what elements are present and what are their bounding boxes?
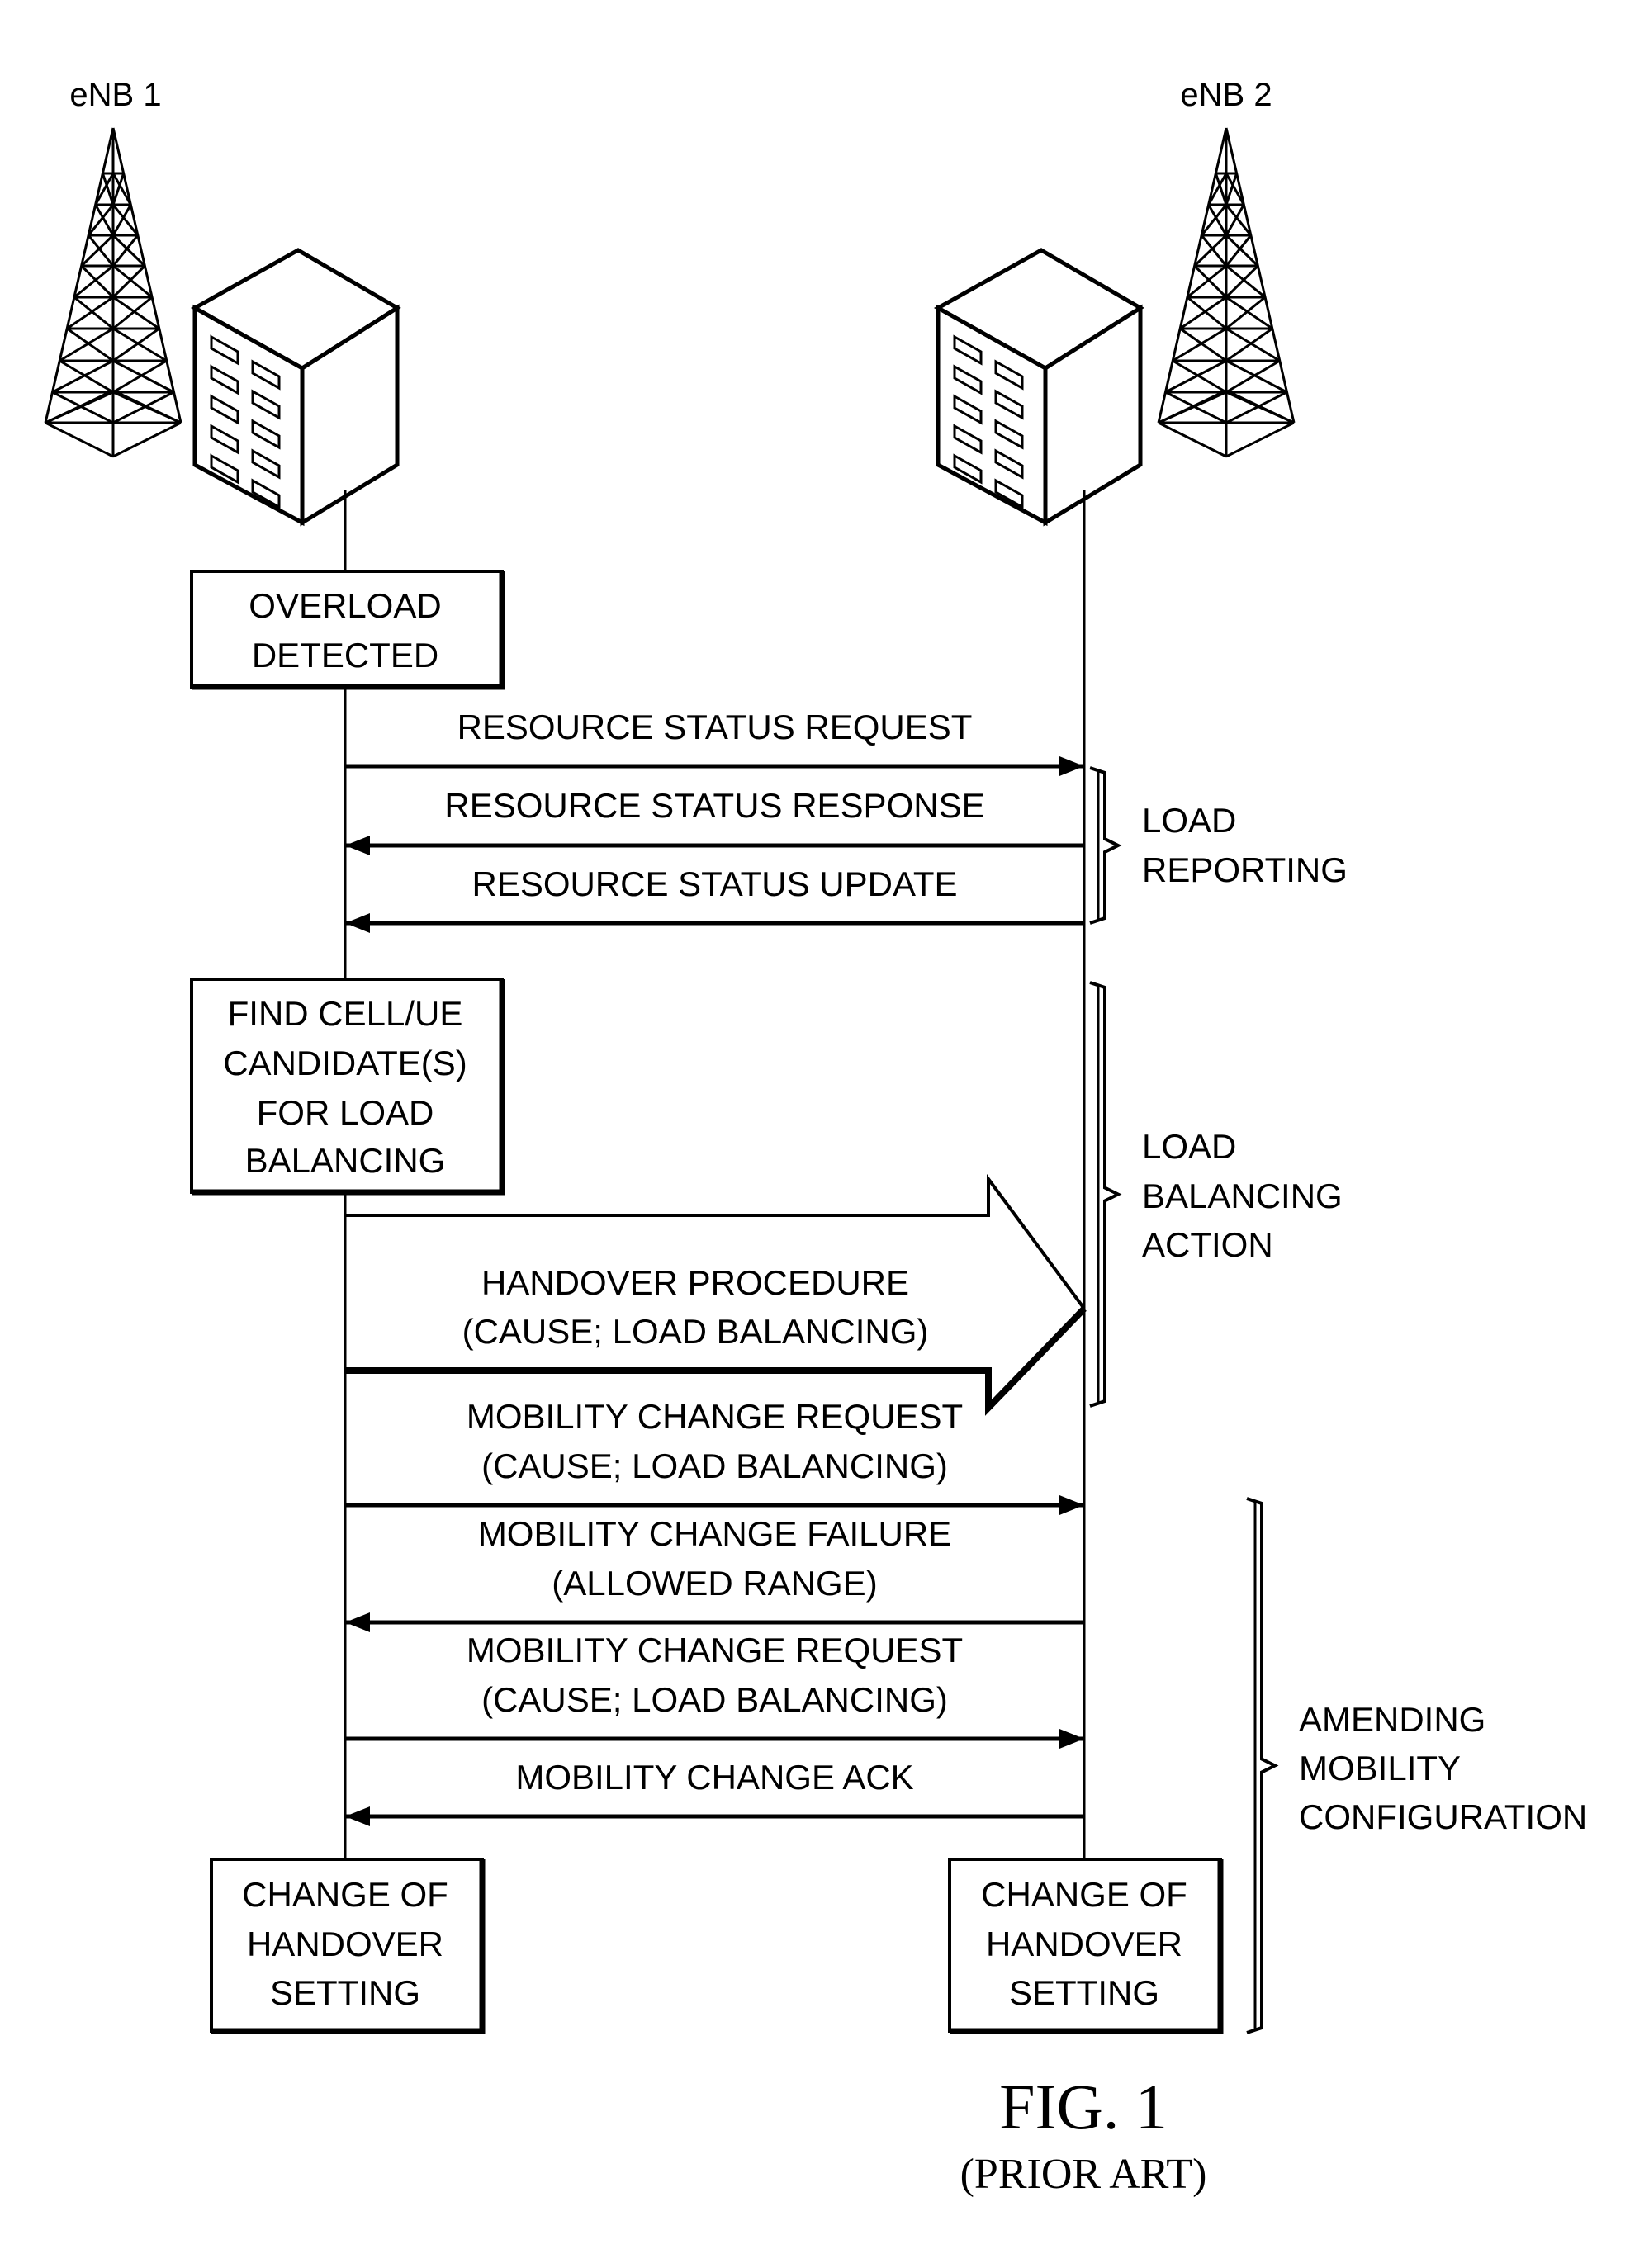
group-label: CONFIGURATION [1299, 1797, 1587, 1836]
arrowhead-icon [345, 1612, 370, 1632]
message-arrow: RESOURCE STATUS REQUEST [345, 708, 1084, 776]
message-label: (ALLOWED RANGE) [552, 1564, 877, 1603]
message-label: RESOURCE STATUS UPDATE [471, 864, 957, 903]
arrowhead-icon [1059, 1729, 1084, 1749]
group-label: REPORTING [1142, 850, 1348, 889]
arrowhead-icon [1059, 756, 1084, 776]
handover-procedure-block-arrow: HANDOVER PROCEDURE (CAUSE; LOAD BALANCIN… [345, 1173, 1087, 1416]
brace-icon [1089, 981, 1122, 1408]
message-label: HANDOVER PROCEDURE [481, 1263, 909, 1302]
message-arrow: MOBILITY CHANGE REQUEST (CAUSE; LOAD BALA… [345, 1397, 1084, 1515]
message-label: MOBILITY CHANGE ACK [515, 1758, 913, 1797]
tower-base [112, 421, 182, 458]
tower-base [45, 421, 114, 458]
box-line: FIND CELL/UE [228, 994, 463, 1033]
message-label: (CAUSE; LOAD BALANCING) [481, 1447, 948, 1485]
arrowhead-icon [345, 836, 370, 855]
figure-title: FIG. 1 [999, 2071, 1168, 2143]
group-label: LOAD [1142, 801, 1236, 840]
cell-tower-icon [44, 127, 182, 458]
message-arrow: MOBILITY CHANGE ACK [345, 1758, 1084, 1826]
building-icon [933, 248, 1144, 527]
box-line: OVERLOAD [249, 586, 441, 625]
brace-icon [1246, 1497, 1279, 2034]
box-line: CHANGE OF [981, 1875, 1187, 1914]
sequence-diagram: eNB 1 eNB 2 OVERLOAD DETECTED FIND CELL/… [44, 77, 1587, 2198]
tower-base [1158, 421, 1227, 458]
group-label: MOBILITY [1299, 1749, 1461, 1787]
building-icon [190, 248, 401, 527]
brace-icon [1089, 766, 1122, 925]
box-line: CHANGE OF [242, 1875, 448, 1914]
overload-detected-box: OVERLOAD DETECTED [190, 570, 505, 690]
message-label: RESOURCE STATUS REQUEST [457, 708, 973, 746]
box-line: BALANCING [245, 1141, 446, 1180]
message-arrow: MOBILITY CHANGE REQUEST (CAUSE; LOAD BALA… [345, 1631, 1084, 1749]
arrowhead-icon [345, 1806, 370, 1826]
box-line: HANDOVER [247, 1925, 443, 1963]
group-brace: LOAD REPORTING [1089, 766, 1348, 925]
enb2-label: eNB 2 [1180, 77, 1272, 113]
cell-tower-icon [1157, 127, 1296, 458]
box-line: SETTING [270, 1973, 420, 2012]
tower-base [1225, 421, 1295, 458]
message-label: (CAUSE; LOAD BALANCING) [462, 1312, 929, 1351]
box-line: HANDOVER [986, 1925, 1182, 1963]
change-handover-setting-box-right: CHANGE OF HANDOVER SETTING [948, 1858, 1224, 2034]
message-label: MOBILITY CHANGE FAILURE [478, 1514, 951, 1553]
message-arrow: RESOURCE STATUS UPDATE [345, 864, 1084, 933]
message-label: MOBILITY CHANGE REQUEST [467, 1631, 963, 1669]
group-brace: AMENDING MOBILITY CONFIGURATION [1246, 1497, 1587, 2034]
group-label: AMENDING [1299, 1700, 1485, 1739]
message-label: (CAUSE; LOAD BALANCING) [481, 1680, 948, 1719]
box-line: FOR LOAD [257, 1093, 434, 1132]
figure-subtitle: (PRIOR ART) [960, 2151, 1207, 2198]
message-label: RESOURCE STATUS RESPONSE [444, 786, 984, 825]
message-arrow: MOBILITY CHANGE FAILURE (ALLOWED RANGE) [345, 1514, 1084, 1632]
enb1-label: eNB 1 [69, 77, 161, 113]
group-brace: LOAD BALANCING ACTION [1089, 981, 1343, 1408]
find-candidates-box: FIND CELL/UE CANDIDATE(S) FOR LOAD BALAN… [190, 978, 505, 1196]
arrowhead-icon [1059, 1495, 1084, 1515]
group-label: LOAD [1142, 1127, 1236, 1166]
message-arrow: RESOURCE STATUS RESPONSE [345, 786, 1084, 855]
box-line: CANDIDATE(S) [223, 1044, 467, 1082]
arrowhead-icon [345, 913, 370, 933]
box-line: SETTING [1009, 1973, 1159, 2012]
group-label: BALANCING [1142, 1177, 1343, 1215]
change-handover-setting-box-left: CHANGE OF HANDOVER SETTING [210, 1858, 486, 2034]
group-label: ACTION [1142, 1225, 1273, 1264]
message-label: MOBILITY CHANGE REQUEST [467, 1397, 963, 1436]
box-line: DETECTED [252, 636, 438, 675]
